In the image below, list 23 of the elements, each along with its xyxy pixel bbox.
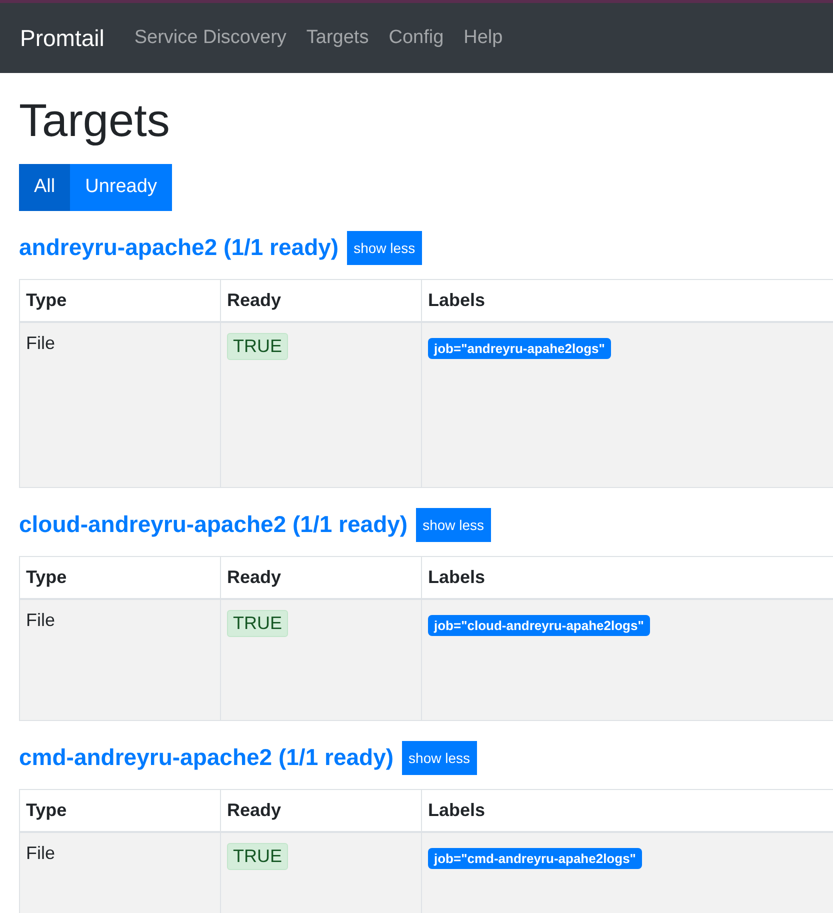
- show-less-button[interactable]: show less: [416, 508, 492, 542]
- ready-badge: TRUE: [227, 332, 288, 360]
- page-title: Targets: [19, 95, 171, 146]
- show-less-button[interactable]: show less: [402, 740, 478, 775]
- ready-badge: TRUE: [227, 610, 288, 637]
- table-cell: File: [26, 610, 56, 631]
- pool-title-link[interactable]: andreyru-apache2 (1/1 ready): [19, 234, 339, 262]
- filter-button[interactable]: Unready: [70, 164, 172, 211]
- show-less-button[interactable]: show less: [346, 230, 422, 265]
- label-badge: job="cmd-andreyru-apahe2logs": [428, 848, 642, 869]
- pool-title-link[interactable]: cloud-andreyru-apache2 (1/1 ready): [19, 511, 408, 538]
- nav-link[interactable]: Service Discovery: [134, 27, 286, 49]
- nav-link[interactable]: Config: [388, 27, 444, 49]
- label-badge: job="andreyru-apahe2logs": [428, 338, 611, 359]
- filter-button[interactable]: All: [19, 164, 70, 211]
- table-cell: File: [26, 842, 56, 864]
- nav-link[interactable]: Help: [464, 27, 503, 49]
- table-cell: File: [26, 332, 56, 354]
- ready-badge: TRUE: [227, 842, 288, 870]
- brand-link[interactable]: Promtail: [20, 24, 104, 52]
- nav-link[interactable]: Targets: [306, 27, 369, 49]
- pool-title-link[interactable]: cmd-andreyru-apache2 (1/1 ready): [19, 744, 394, 772]
- label-badge: job="cloud-andreyru-apahe2logs": [428, 614, 650, 636]
